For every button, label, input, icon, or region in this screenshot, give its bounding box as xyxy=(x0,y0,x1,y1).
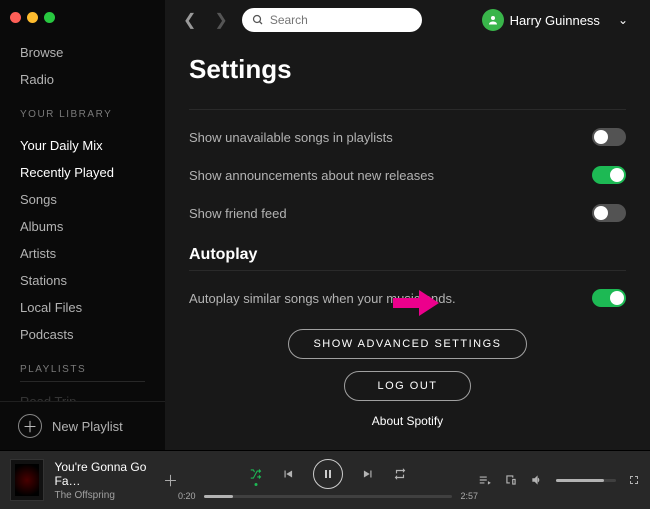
nav-radio[interactable]: Radio xyxy=(0,66,165,93)
devices-button[interactable] xyxy=(504,473,518,487)
seek-bar[interactable] xyxy=(204,495,453,498)
time-elapsed: 0:20 xyxy=(178,491,196,501)
minimize-window-icon[interactable] xyxy=(27,12,38,23)
logout-button[interactable]: LOG OUT xyxy=(344,371,470,401)
settings-content: Settings Show unavailable songs in playl… xyxy=(165,54,650,438)
autoplay-header: Autoplay xyxy=(189,246,626,264)
topbar: ❮ ❯ Harry Guinness ⌄ xyxy=(165,0,650,40)
track-artist[interactable]: The Offspring xyxy=(54,490,153,501)
album-art[interactable] xyxy=(10,459,44,501)
toggle-unavailable-songs[interactable] xyxy=(592,128,626,146)
track-title[interactable]: You're Gonna Go Fa… xyxy=(54,460,153,488)
setting-label: Autoplay similar songs when your music e… xyxy=(189,291,456,306)
search-icon xyxy=(252,14,264,26)
advanced-settings-wrap: SHOW ADVANCED SETTINGS xyxy=(189,329,626,359)
about-spotify-link[interactable]: About Spotify xyxy=(372,414,443,428)
now-playing: You're Gonna Go Fa… The Offspring xyxy=(54,460,153,501)
setting-row-autoplay: Autoplay similar songs when your music e… xyxy=(189,279,626,317)
next-button[interactable] xyxy=(361,467,375,481)
setting-label: Show friend feed xyxy=(189,206,287,221)
toggle-autoplay[interactable] xyxy=(592,289,626,307)
search-input[interactable] xyxy=(270,13,390,27)
nav-local-files[interactable]: Local Files xyxy=(0,294,165,321)
plus-icon: ＋ xyxy=(18,414,42,438)
volume-button[interactable] xyxy=(530,473,544,487)
forward-button[interactable]: ❯ xyxy=(210,10,231,30)
sidebar: Browse Radio YOUR LIBRARY Your Daily Mix… xyxy=(0,0,165,450)
show-advanced-settings-button[interactable]: SHOW ADVANCED SETTINGS xyxy=(288,329,526,359)
fullscreen-button[interactable] xyxy=(628,474,640,486)
nav-songs[interactable]: Songs xyxy=(0,186,165,213)
setting-row-unavailable-songs: Show unavailable songs in playlists xyxy=(189,118,626,156)
right-controls xyxy=(478,473,640,487)
progress-row: 0:20 2:57 xyxy=(178,491,478,501)
library-header: YOUR LIBRARY xyxy=(0,99,165,126)
nav-albums[interactable]: Albums xyxy=(0,213,165,240)
nav-your-daily-mix[interactable]: Your Daily Mix xyxy=(0,132,165,159)
setting-row-announcements: Show announcements about new releases xyxy=(189,156,626,194)
chevron-down-icon[interactable]: ⌄ xyxy=(610,13,636,27)
shuffle-button[interactable] xyxy=(249,467,263,481)
fullscreen-window-icon[interactable] xyxy=(44,12,55,23)
page-title: Settings xyxy=(189,54,626,85)
nav-stations[interactable]: Stations xyxy=(0,267,165,294)
volume-slider[interactable] xyxy=(556,479,616,482)
play-pause-button[interactable] xyxy=(313,459,343,489)
back-button[interactable]: ❮ xyxy=(179,10,200,30)
setting-row-friend-feed: Show friend feed xyxy=(189,194,626,232)
time-duration: 2:57 xyxy=(460,491,478,501)
pause-icon xyxy=(322,468,334,480)
close-window-icon[interactable] xyxy=(10,12,21,23)
repeat-button[interactable] xyxy=(393,467,407,481)
library-nav: Your Daily Mix Recently Played Songs Alb… xyxy=(0,126,165,354)
toggle-announcements[interactable] xyxy=(592,166,626,184)
divider xyxy=(189,109,626,110)
setting-label: Show unavailable songs in playlists xyxy=(189,130,393,145)
add-to-library-button[interactable]: ＋ xyxy=(163,470,178,491)
new-playlist-button[interactable]: ＋ New Playlist xyxy=(0,401,165,450)
nav-artists[interactable]: Artists xyxy=(0,240,165,267)
previous-button[interactable] xyxy=(281,467,295,481)
new-playlist-label: New Playlist xyxy=(52,419,123,434)
nav-podcasts[interactable]: Podcasts xyxy=(0,321,165,348)
playback-controls: 0:20 2:57 xyxy=(178,459,478,501)
player-bar: You're Gonna Go Fa… The Offspring ＋ 0:20 xyxy=(0,450,650,509)
playlists-header: PLAYLISTS xyxy=(0,354,165,381)
toggle-friend-feed[interactable] xyxy=(592,204,626,222)
avatar xyxy=(482,9,504,31)
search-field[interactable] xyxy=(242,8,422,32)
user-name: Harry Guinness xyxy=(510,13,600,28)
user-icon xyxy=(487,14,499,26)
main-panel: ❮ ❯ Harry Guinness ⌄ Settings Show unava… xyxy=(165,0,650,450)
queue-button[interactable] xyxy=(478,473,492,487)
setting-label: Show announcements about new releases xyxy=(189,168,434,183)
logout-wrap: LOG OUT xyxy=(189,371,626,401)
user-menu[interactable]: Harry Guinness xyxy=(482,9,600,31)
main-nav: Browse Radio xyxy=(0,33,165,99)
nav-recently-played[interactable]: Recently Played xyxy=(0,159,165,186)
window-traffic-lights xyxy=(0,8,165,33)
divider xyxy=(189,270,626,271)
about-wrap: About Spotify xyxy=(189,413,626,428)
nav-browse[interactable]: Browse xyxy=(0,39,165,66)
